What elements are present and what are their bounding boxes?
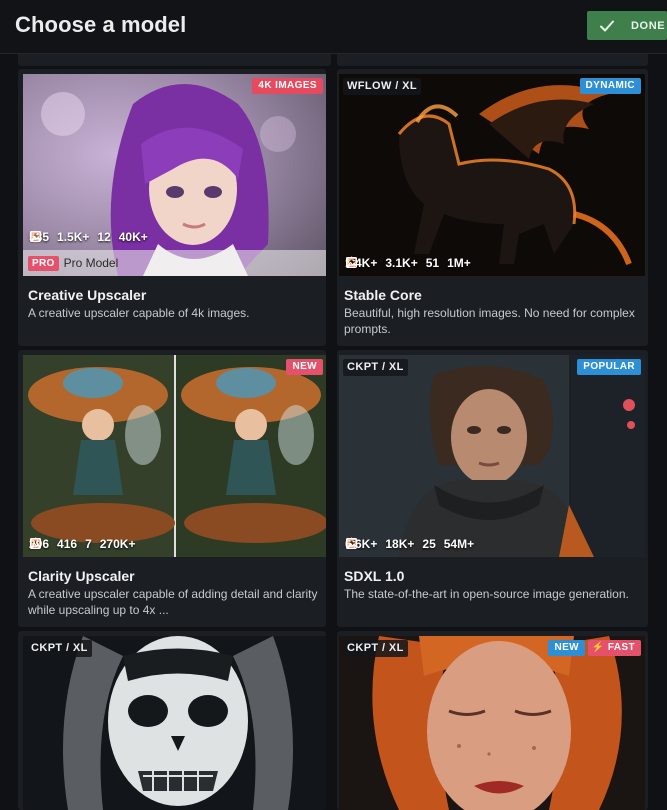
model-description: A creative upscaler capable of adding de… xyxy=(28,587,318,617)
model-card-sdxl[interactable]: CKPT / XL POPULAR 6.6K+ 18K+ 25 54M+ SDX… xyxy=(337,350,648,627)
model-card-stable-core[interactable]: WFLOW / XL DYNAMIC 1.4K+ 3.1K+ 51 1M+ St… xyxy=(337,69,648,346)
pro-model-strip: PRO Pro Model xyxy=(23,250,326,276)
base-model-label: CKPT / XL xyxy=(343,640,408,657)
model-description: A creative upscaler capable of 4k images… xyxy=(28,306,250,320)
model-name: Stable Core xyxy=(344,287,422,303)
stat-likes: 3.1K+ xyxy=(385,256,418,270)
model-name: Creative Upscaler xyxy=(28,287,147,303)
model-thumbnail: CKPT / XL POPULAR 6.6K+ 18K+ 25 54M+ xyxy=(339,355,645,557)
stat-likes: 416 xyxy=(57,537,77,551)
badge-4k-images: 4K IMAGES xyxy=(252,78,323,94)
image-icon xyxy=(345,537,358,550)
model-thumbnail: 4K IMAGES 535 1.5K+ 12 40K+ PRO Pro Mode… xyxy=(23,74,326,276)
stat-comments: 12 xyxy=(97,230,111,244)
model-stats: 1.4K+ 3.1K+ 51 1M+ xyxy=(345,256,479,270)
model-card-skull[interactable]: CKPT / XL xyxy=(18,631,326,810)
card-previous-right-edge[interactable] xyxy=(337,54,648,66)
done-button[interactable]: DONE xyxy=(587,11,667,40)
image-icon xyxy=(345,256,358,269)
pro-badge: PRO xyxy=(28,255,59,271)
base-model-label: WFLOW / XL xyxy=(343,78,421,95)
stat-likes: 1.5K+ xyxy=(57,230,89,244)
base-model-label: CKPT / XL xyxy=(343,359,408,376)
done-button-label: DONE xyxy=(631,19,666,32)
pro-model-label: Pro Model xyxy=(63,256,119,270)
badge-new: NEW xyxy=(548,640,585,656)
bolt-icon: ⚡ xyxy=(591,642,605,653)
model-stats: 296 416 7 270K+ xyxy=(29,537,143,551)
stat-images: 270K+ xyxy=(100,537,135,551)
model-name: Clarity Upscaler xyxy=(28,568,135,584)
page-title: Choose a model xyxy=(15,12,187,37)
model-description: The state-of-the-art in open-source imag… xyxy=(344,587,629,601)
stat-images: 54M+ xyxy=(444,537,474,551)
thumbnail-fire-pegasus xyxy=(339,74,645,276)
model-thumbnail: WFLOW / XL DYNAMIC 1.4K+ 3.1K+ 51 1M+ xyxy=(339,74,645,276)
stat-comments: 51 xyxy=(426,256,439,270)
model-card-creative-upscaler[interactable]: 4K IMAGES 535 1.5K+ 12 40K+ PRO Pro Mode… xyxy=(18,69,326,346)
model-card-red-hair[interactable]: CKPT / XL NEW ⚡ FAST xyxy=(337,631,648,810)
thumbnail-woman-portrait xyxy=(339,355,645,557)
model-name: SDXL 1.0 xyxy=(344,568,405,584)
model-stats: 535 1.5K+ 12 40K+ xyxy=(29,230,156,244)
model-card-clarity-upscaler[interactable]: NEW 296 416 7 270K+ Clarity Upscaler A c… xyxy=(18,350,326,627)
badge-fast: ⚡ FAST xyxy=(587,640,641,656)
thumbnail-girl-purple-hair xyxy=(23,74,326,276)
badge-new: NEW xyxy=(286,359,323,375)
thumbnail-fairy-mushroom xyxy=(23,355,326,557)
model-stats: 6.6K+ 18K+ 25 54M+ xyxy=(345,537,482,551)
thumbnail-red-haired-woman xyxy=(339,636,645,810)
stat-comments: 25 xyxy=(422,537,436,551)
base-model-label: CKPT / XL xyxy=(27,640,92,657)
header-bar: Choose a model DONE xyxy=(0,0,667,54)
model-thumbnail: CKPT / XL NEW ⚡ FAST xyxy=(339,636,645,810)
stat-likes: 18K+ xyxy=(385,537,414,551)
card-previous-left-edge[interactable] xyxy=(18,54,331,66)
image-icon xyxy=(29,537,42,550)
model-thumbnail: CKPT / XL xyxy=(23,636,326,810)
stat-images: 1M+ xyxy=(447,256,471,270)
model-description: Beautiful, high resolution images. No ne… xyxy=(344,306,635,336)
stat-comments: 7 xyxy=(85,537,92,551)
image-icon xyxy=(29,230,42,243)
badge-popular: POPULAR xyxy=(577,359,641,375)
check-icon xyxy=(600,20,614,31)
badge-dynamic: DYNAMIC xyxy=(579,78,641,94)
model-thumbnail: NEW 296 416 7 270K+ xyxy=(23,355,326,557)
thumbnail-skull-face xyxy=(23,636,326,810)
stat-images: 40K+ xyxy=(119,230,148,244)
